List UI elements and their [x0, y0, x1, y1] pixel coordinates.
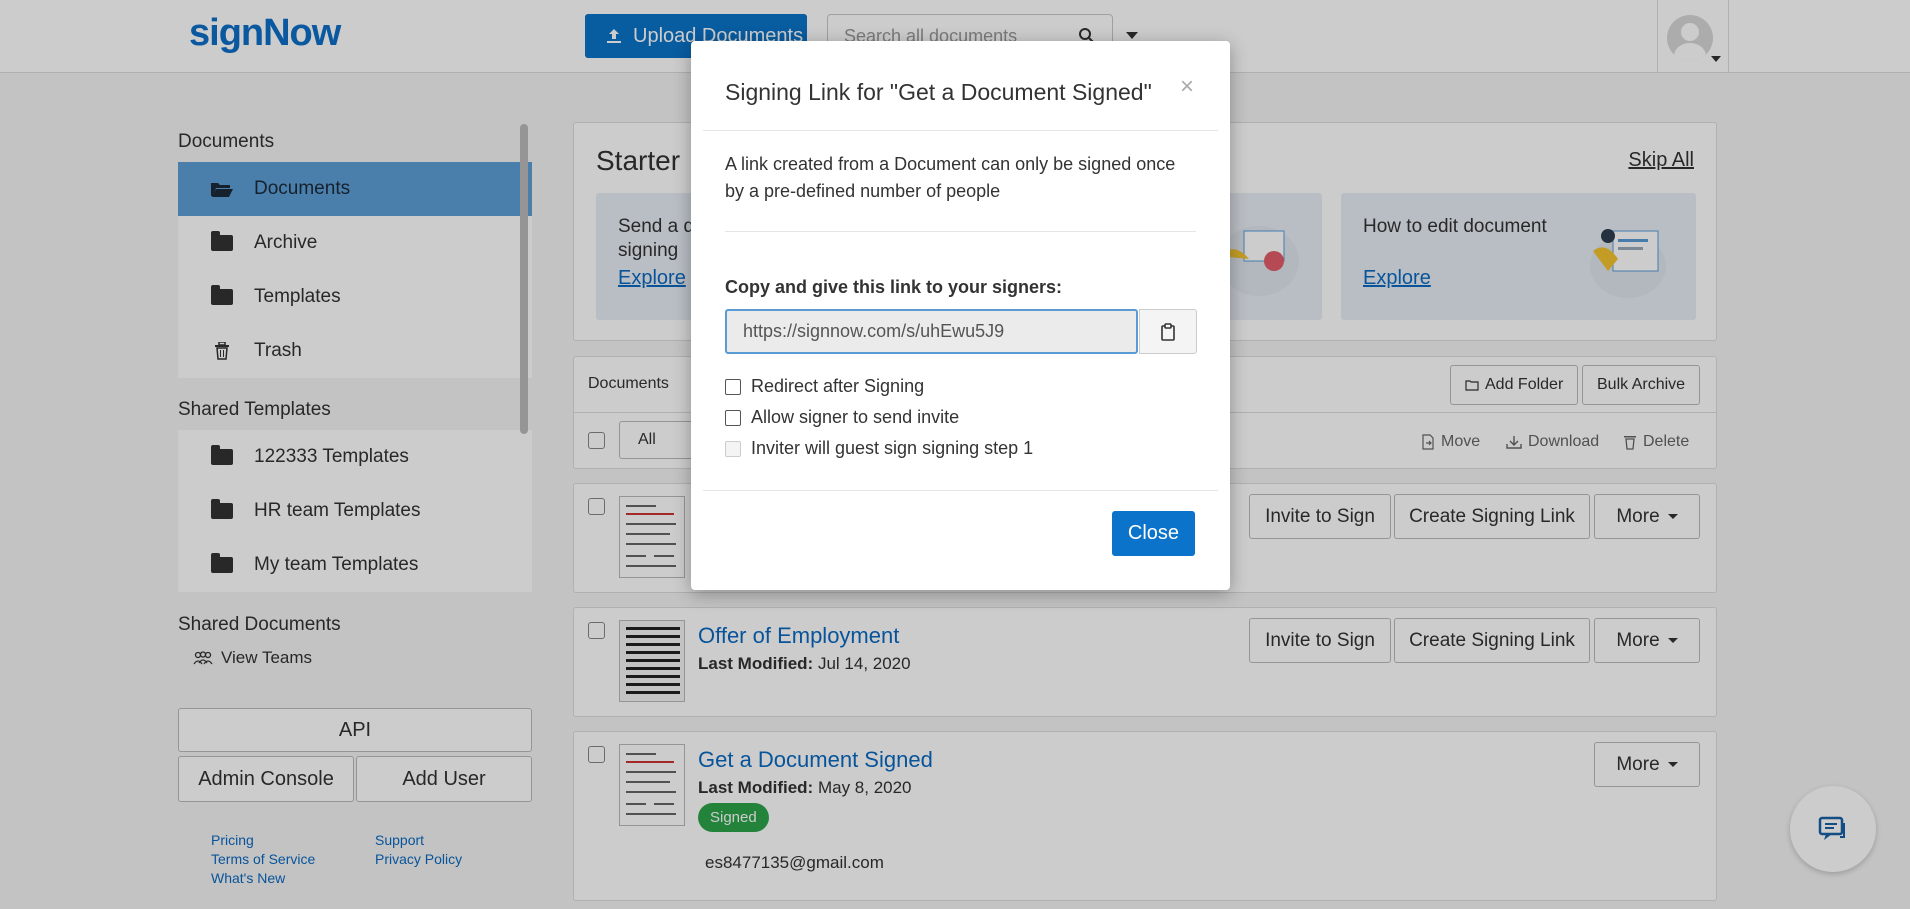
copy-to-clipboard-button[interactable]	[1139, 309, 1197, 354]
copy-link-label: Copy and give this link to your signers:	[725, 277, 1063, 297]
close-icon[interactable]: ×	[1180, 73, 1194, 101]
dialog-title: Signing Link for "Get a Document Signed"	[725, 79, 1152, 105]
redirect-checkbox[interactable]	[725, 378, 741, 395]
close-button[interactable]: Close	[1112, 511, 1195, 556]
dialog-description: A link created from a Document can only …	[725, 154, 1176, 201]
allow-signer-invite-option[interactable]: Allow signer to send invite	[725, 407, 959, 428]
divider	[703, 130, 1218, 131]
option-label: Redirect after Signing	[751, 376, 925, 396]
inviter-guest-sign-checkbox	[725, 440, 741, 457]
redirect-after-signing-option[interactable]: Redirect after Signing	[725, 376, 924, 397]
signing-link-dialog: Signing Link for "Get a Document Signed"…	[691, 41, 1230, 590]
option-label: Allow signer to send invite	[751, 407, 960, 427]
inviter-guest-sign-option: Inviter will guest sign signing step 1	[725, 438, 1033, 459]
divider	[725, 231, 1196, 232]
option-label: Inviter will guest sign signing step 1	[751, 438, 1034, 458]
clipboard-icon	[1161, 322, 1175, 341]
divider	[703, 490, 1218, 491]
allow-invite-checkbox[interactable]	[725, 409, 741, 426]
signing-link-input[interactable]	[725, 309, 1138, 354]
